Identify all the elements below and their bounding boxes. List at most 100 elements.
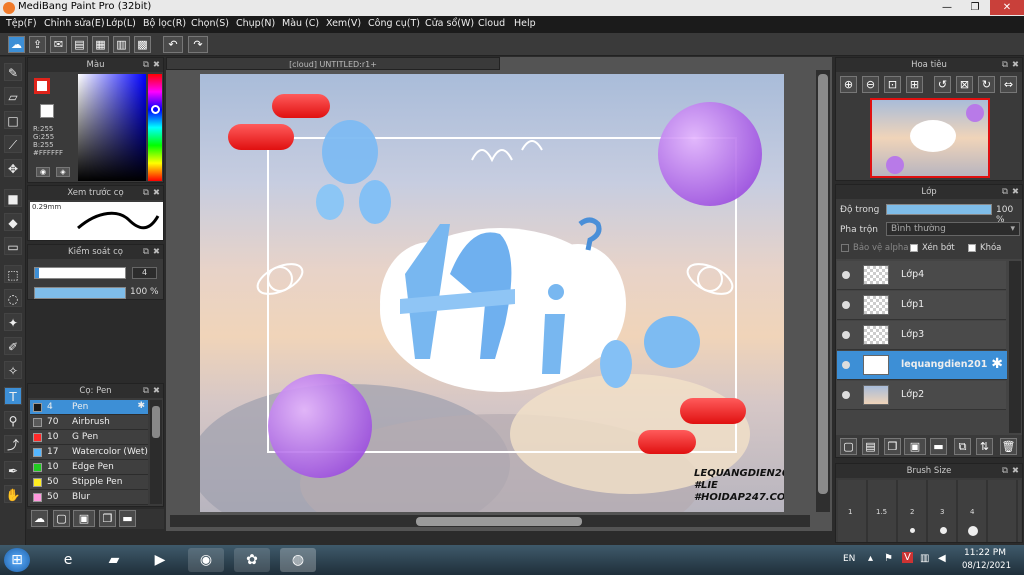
close-icon[interactable]: ✖	[153, 186, 160, 200]
lock-checkbox[interactable]	[968, 244, 976, 252]
brush-copy-icon[interactable]: ❐	[99, 510, 116, 527]
tray-v-icon[interactable]: V	[902, 552, 913, 563]
bucket-tool-icon[interactable]: ◆	[4, 213, 22, 231]
pen-nib-icon[interactable]: ✒	[4, 461, 22, 479]
select-rect-icon[interactable]: ⬚	[4, 265, 22, 283]
layer-row[interactable]: Lớp2	[837, 381, 1006, 410]
pin-icon[interactable]: ⧉	[1002, 464, 1008, 478]
minimize-button[interactable]: —	[934, 0, 960, 15]
lasso-icon[interactable]: ◌	[4, 289, 22, 307]
fit-icon[interactable]: ⊡	[884, 76, 901, 93]
explorer-icon[interactable]: ▰	[96, 548, 132, 572]
clipping-checkbox[interactable]	[910, 244, 918, 252]
brush-tool-icon[interactable]: ✎	[4, 63, 22, 81]
vertical-scroll-thumb[interactable]	[818, 74, 828, 494]
gear-icon[interactable]: ✱	[991, 356, 1003, 372]
horizontal-scroll-thumb[interactable]	[416, 517, 582, 526]
zoom-in-icon[interactable]: ⊕	[840, 76, 857, 93]
volume-icon[interactable]: ◀	[938, 553, 946, 564]
redo-icon[interactable]: ↷	[188, 36, 208, 53]
clock-date[interactable]: 08/12/2021	[962, 561, 1011, 571]
menu-cloud[interactable]: Cloud	[478, 18, 505, 29]
cloud-icon[interactable]: ☁	[8, 36, 25, 53]
actual-size-icon[interactable]: ⊞	[906, 76, 923, 93]
duplicate-layer-icon[interactable]: ❐	[884, 438, 901, 455]
menu-color[interactable]: Màu (C)	[282, 18, 319, 29]
media-icon[interactable]: ▶	[142, 548, 178, 572]
start-button[interactable]: ⊞	[4, 548, 30, 572]
artwork-canvas[interactable]: LEQUANGDIEN201 #LIE #HOIDAP247.COM	[200, 74, 784, 512]
rotate-right-icon[interactable]: ↻	[978, 76, 995, 93]
brush-size-option[interactable]: 2	[910, 508, 914, 516]
brush-add-menu-icon[interactable]: ▣	[73, 510, 95, 527]
layer-row[interactable]: Lớp1	[837, 291, 1006, 320]
fill-shape-icon[interactable]: ■	[4, 189, 22, 207]
brush-size-option[interactable]: 4	[970, 508, 974, 516]
menu-select[interactable]: Chọn(S)	[191, 18, 229, 29]
brush-item-selected[interactable]: 4 Pen ✱	[30, 400, 148, 415]
medibang-taskbar-icon[interactable]: ◍	[280, 548, 316, 572]
brush-list-scrollbar[interactable]	[150, 400, 162, 504]
pin-icon[interactable]: ⧉	[143, 384, 149, 398]
eye-icon[interactable]	[842, 391, 850, 399]
close-icon[interactable]: ✖	[1012, 58, 1019, 72]
layer-row[interactable]: Lớp3	[837, 321, 1006, 350]
chrome-icon[interactable]: ◉	[188, 548, 224, 572]
flag-icon[interactable]: ⚑	[884, 553, 893, 564]
brush-size-value[interactable]: 4	[132, 267, 157, 279]
layer-row[interactable]: Lớp4	[837, 261, 1006, 290]
grid-icon[interactable]: ▩	[134, 36, 151, 53]
brush-item[interactable]: 17 Watercolor (Wet)	[30, 445, 148, 460]
new-halftone-layer-icon[interactable]: ▤	[862, 438, 879, 455]
eraser-tool-icon[interactable]: ▱	[4, 87, 22, 105]
app-icon-2[interactable]: ✿	[234, 548, 270, 572]
menu-window[interactable]: Cửa sổ(W)	[425, 18, 474, 29]
menu-edit[interactable]: Chỉnh sửa(E)	[44, 18, 105, 29]
close-icon[interactable]: ✖	[153, 384, 160, 398]
select-pen-icon[interactable]: ✐	[4, 337, 22, 355]
ie-icon[interactable]: e	[50, 548, 86, 572]
network-icon[interactable]: ▥	[920, 553, 929, 564]
opacity-slider[interactable]	[34, 287, 126, 299]
magic-wand-icon[interactable]: ✦	[4, 313, 22, 331]
pin-icon[interactable]: ⧉	[143, 245, 149, 259]
rotate-left-icon[interactable]: ↺	[934, 76, 951, 93]
menu-tools[interactable]: Công cụ(T)	[368, 18, 420, 29]
pin-icon[interactable]: ⧉	[143, 186, 149, 200]
brush-item[interactable]: 10 Edge Pen	[30, 460, 148, 475]
brush-new-icon[interactable]: ▢	[53, 510, 70, 527]
close-icon[interactable]: ✖	[1012, 185, 1019, 199]
layer-list-scrollbar[interactable]	[1009, 261, 1021, 433]
menu-layer[interactable]: Lớp(L)	[106, 18, 136, 29]
menu-help[interactable]: Help	[514, 18, 536, 29]
undo-icon[interactable]: ↶	[163, 36, 183, 53]
material-icon[interactable]: ▤	[71, 36, 88, 53]
brush-size-option[interactable]: 3	[940, 508, 944, 516]
palette-add-icon[interactable]: ◈	[56, 167, 70, 177]
brush-download-icon[interactable]: ☁	[31, 510, 48, 527]
close-icon[interactable]: ✖	[1012, 464, 1019, 478]
palette-icon[interactable]: ◉	[36, 167, 50, 177]
divide-tool-icon[interactable]: ⚲	[4, 411, 22, 429]
navigator-thumbnail[interactable]	[870, 98, 990, 178]
text-tool-icon[interactable]: T	[4, 387, 22, 405]
add-layer-menu-icon[interactable]: ▣	[904, 438, 926, 455]
eye-icon[interactable]	[842, 271, 850, 279]
gear-icon[interactable]: ✱	[137, 401, 145, 411]
gradient-tool-icon[interactable]: ▭	[4, 237, 22, 255]
blend-mode-select[interactable]: Bình thường ▾	[886, 222, 1020, 236]
trash-icon[interactable]: 🗑	[1000, 438, 1017, 455]
new-layer-icon[interactable]: ▢	[840, 438, 857, 455]
primary-color-swatch[interactable]	[34, 78, 50, 94]
close-button[interactable]: ✕	[990, 0, 1024, 15]
layer-move-icon[interactable]: ⇅	[976, 438, 993, 455]
move-tool-icon[interactable]: ✥	[4, 159, 22, 177]
folder-icon[interactable]: ▬	[930, 438, 947, 455]
hand-tool-icon[interactable]: ✋	[4, 485, 22, 503]
comment-icon[interactable]: ✉	[50, 36, 67, 53]
share-icon[interactable]: ⇪	[29, 36, 46, 53]
brush-size-slider[interactable]	[34, 267, 126, 279]
menu-file[interactable]: Tệp(F)	[6, 18, 37, 29]
menu-filter[interactable]: Bộ lọc(R)	[143, 18, 186, 29]
tray-arrow-icon[interactable]: ▴	[868, 553, 873, 564]
